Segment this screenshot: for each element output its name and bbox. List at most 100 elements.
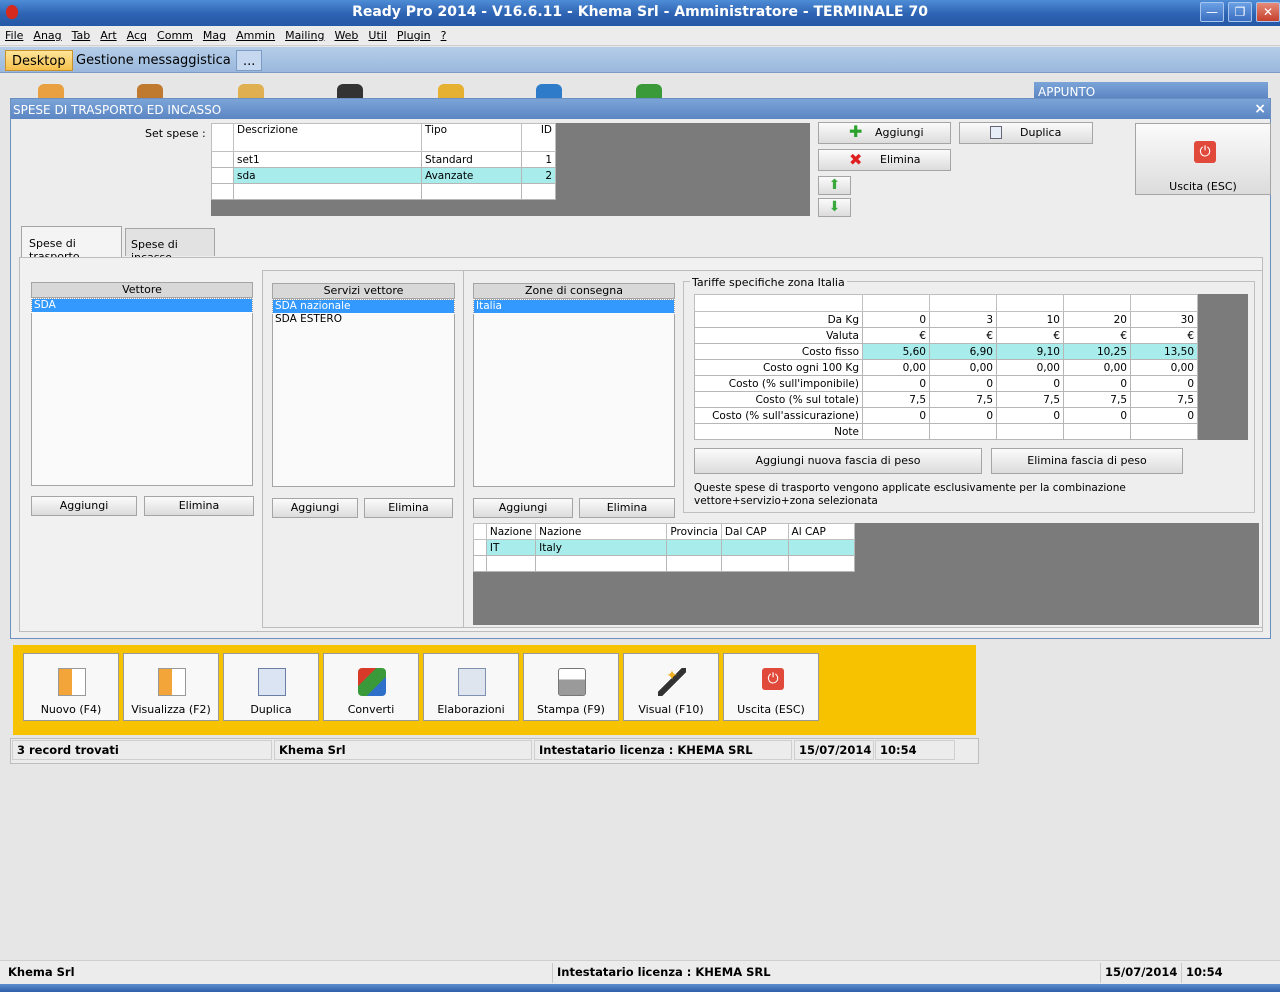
tariffe-cell[interactable]: 20 — [1063, 311, 1131, 328]
aggiungi-set-button[interactable]: ✚ Aggiungi — [818, 122, 951, 144]
vettore-list[interactable]: SDA — [31, 298, 253, 486]
tariffe-cell[interactable]: € — [1063, 327, 1131, 344]
servizi-list[interactable]: SDA nazionale SDA ESTERO — [272, 299, 455, 487]
tariffe-cell[interactable]: 7,5 — [929, 391, 997, 408]
menu-mailing[interactable]: Mailing — [285, 29, 324, 42]
menu-art[interactable]: Art — [100, 29, 116, 42]
dialog-close-button[interactable]: × — [1254, 101, 1266, 117]
tariffe-cell[interactable]: 9,10 — [996, 343, 1064, 360]
desktop-icon-documenti[interactable] — [438, 84, 464, 98]
tab-more[interactable]: ... — [236, 50, 263, 71]
list-item[interactable]: SDA — [31, 298, 253, 313]
tariffe-cell[interactable]: 0 — [1130, 375, 1198, 392]
tab-spese-incasso[interactable]: Spese di incasso — [125, 228, 215, 264]
tariffe-cell[interactable] — [996, 423, 1064, 440]
tariffe-cell[interactable]: 0 — [929, 407, 997, 424]
desktop-icon-aggiorna[interactable] — [636, 84, 662, 98]
table-row-empty[interactable] — [473, 555, 856, 572]
tariffe-cell[interactable]: 3 — [929, 311, 997, 328]
minimize-button[interactable]: — — [1200, 2, 1224, 22]
aggiungi-servizio-button[interactable]: Aggiungi — [272, 498, 358, 518]
cell-id[interactable]: 2 — [521, 167, 556, 184]
tariffe-row[interactable]: Costo ogni 100 Kg 0,00 0,00 0,00 0,00 0,00 — [694, 359, 1198, 376]
col-nazione[interactable]: Nazione — [535, 523, 668, 540]
tariffe-row[interactable]: Da Kg 0 3 10 20 30 — [694, 311, 1198, 328]
visual-button[interactable]: ✦ Visual (F10) — [623, 653, 719, 721]
menu-help[interactable]: ? — [441, 29, 447, 42]
desktop-icon-fornitori[interactable] — [238, 84, 264, 98]
menu-comm[interactable]: Comm — [157, 29, 193, 42]
elimina-set-button[interactable]: ✖ Elimina — [818, 149, 951, 171]
zone-list[interactable]: Italia — [473, 299, 675, 487]
menu-ammin[interactable]: Ammin — [236, 29, 275, 42]
cell-descrizione[interactable]: set1 — [233, 151, 422, 168]
tariffe-cell[interactable]: 6,90 — [929, 343, 997, 360]
aggiungi-fascia-button[interactable]: Aggiungi nuova fascia di peso — [694, 448, 982, 474]
desktop-icon-anagrafiche[interactable] — [38, 84, 64, 98]
tariffe-row[interactable]: Note — [694, 423, 1198, 440]
tariffe-cell[interactable]: 0 — [929, 375, 997, 392]
duplica-button[interactable]: Duplica — [223, 653, 319, 721]
tariffe-cell[interactable]: 0,00 — [1063, 359, 1131, 376]
col-dal-cap[interactable]: Dal CAP — [720, 523, 789, 540]
nuovo-button[interactable]: Nuovo (F4) — [23, 653, 119, 721]
move-down-button[interactable]: ⬇ — [818, 198, 851, 217]
elimina-fascia-button[interactable]: Elimina fascia di peso — [991, 448, 1183, 474]
tariffe-cell[interactable]: 13,50 — [1130, 343, 1198, 360]
tariffe-cell[interactable] — [1063, 423, 1131, 440]
col-al-cap[interactable]: Al CAP — [787, 523, 856, 540]
move-up-button[interactable]: ⬆ — [818, 176, 851, 195]
tariffe-cell[interactable]: 0,00 — [996, 359, 1064, 376]
desktop-icon-web[interactable] — [536, 84, 562, 98]
tariffe-cell[interactable] — [1130, 423, 1198, 440]
menu-file[interactable]: File — [5, 29, 23, 42]
tab-desktop[interactable]: Desktop — [5, 50, 73, 71]
cell-nazione[interactable]: Italy — [535, 539, 668, 556]
tariffe-row[interactable]: Valuta € € € € € — [694, 327, 1198, 344]
cell-id[interactable]: 1 — [521, 151, 556, 168]
stampa-button[interactable]: Stampa (F9) — [523, 653, 619, 721]
tariffe-cell[interactable] — [862, 423, 930, 440]
tariffe-cell[interactable]: 5,60 — [862, 343, 930, 360]
tariffe-row[interactable]: Costo (% sull'imponibile) 0 0 0 0 0 — [694, 375, 1198, 392]
tariffe-cell[interactable]: 0 — [996, 407, 1064, 424]
elimina-zona-button[interactable]: Elimina — [579, 498, 675, 518]
tariffe-cell[interactable]: € — [1130, 327, 1198, 344]
col-tipo[interactable]: Tipo — [421, 123, 522, 152]
tariffe-cell[interactable]: 7,5 — [1130, 391, 1198, 408]
col-descrizione[interactable]: Descrizione — [233, 123, 422, 152]
tariffe-cell[interactable]: € — [862, 327, 930, 344]
list-item[interactable]: SDA ESTERO — [273, 313, 454, 326]
tariffe-cell[interactable]: 0 — [1063, 407, 1131, 424]
tariffe-cell[interactable]: 0,00 — [1130, 359, 1198, 376]
tariffe-cell[interactable]: 0 — [862, 375, 930, 392]
tariffe-cell[interactable]: 30 — [1130, 311, 1198, 328]
tariffe-cell[interactable]: 7,5 — [1063, 391, 1131, 408]
converti-button[interactable]: Converti — [323, 653, 419, 721]
list-item[interactable]: SDA nazionale — [272, 299, 455, 314]
menu-web[interactable]: Web — [334, 29, 358, 42]
elimina-servizio-button[interactable]: Elimina — [364, 498, 453, 518]
tariffe-cell[interactable]: 0 — [996, 375, 1064, 392]
tariffe-cell[interactable]: 0,00 — [862, 359, 930, 376]
tariffe-row[interactable]: Costo (% sull'assicurazione) 0 0 0 0 0 — [694, 407, 1198, 424]
restore-button[interactable]: ❐ — [1228, 2, 1252, 22]
desktop-icon-clienti[interactable] — [137, 84, 163, 98]
cell-tipo[interactable]: Avanzate — [421, 167, 522, 184]
table-row-empty[interactable] — [211, 183, 556, 200]
elaborazioni-button[interactable]: Elaborazioni — [423, 653, 519, 721]
tariffe-cell[interactable]: 0,00 — [929, 359, 997, 376]
cell-tipo[interactable]: Standard — [421, 151, 522, 168]
visualizza-button[interactable]: Visualizza (F2) — [123, 653, 219, 721]
tariffe-cell[interactable]: 10,25 — [1063, 343, 1131, 360]
tariffe-cell[interactable]: € — [929, 327, 997, 344]
duplica-set-button[interactable]: Duplica — [959, 122, 1093, 144]
tariffe-row[interactable]: Costo (% sul totale) 7,5 7,5 7,5 7,5 7,5 — [694, 391, 1198, 408]
tariffe-cell[interactable]: € — [996, 327, 1064, 344]
table-row[interactable]: sda Avanzate 2 — [211, 167, 556, 184]
menu-anag[interactable]: Anag — [33, 29, 61, 42]
aggiungi-zona-button[interactable]: Aggiungi — [473, 498, 573, 518]
uscita-button[interactable]: ⏻ Uscita (ESC) — [723, 653, 819, 721]
tariffe-cell[interactable]: 7,5 — [996, 391, 1064, 408]
table-row[interactable]: set1 Standard 1 — [211, 151, 556, 168]
